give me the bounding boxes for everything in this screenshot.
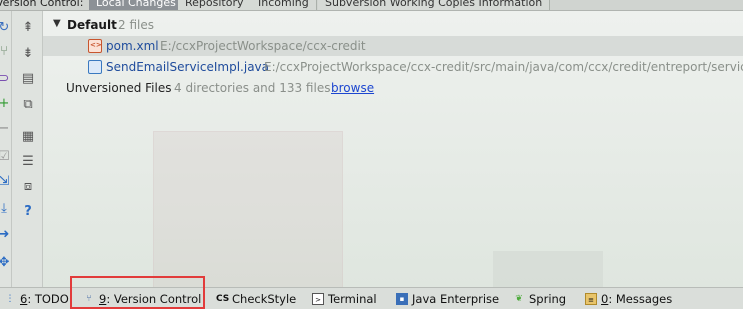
local-changes-panel: ▼ Default 2 files pom.xml E:/ccxProjectW… <box>43 11 743 287</box>
todo-label: : TODO <box>27 292 69 306</box>
refresh-icon[interactable]: ↻ <box>0 20 12 36</box>
tab-repository[interactable]: Repository <box>178 0 252 10</box>
rollback-icon[interactable]: ⊃ <box>0 71 12 87</box>
todo-button[interactable]: ⋮ 6: TODO <box>4 291 69 307</box>
spring-icon: ❦ <box>515 294 523 304</box>
checkstyle-label: CheckStyle <box>232 292 297 306</box>
changelist-name: Default <box>67 18 117 32</box>
tab-subversion-working-copies[interactable]: Subversion Working Copies Information <box>318 0 551 10</box>
group-by-icon[interactable]: ▤ <box>20 71 36 87</box>
terminal-label: Terminal <box>328 292 377 306</box>
help-icon[interactable]: ? <box>20 204 36 220</box>
messages-icon: ≡ <box>585 293 597 305</box>
java-enterprise-button[interactable]: ▪ Java Enterprise <box>396 291 499 307</box>
show-details-icon[interactable]: ☰ <box>20 154 36 170</box>
checkstyle-button[interactable]: CS CheckStyle <box>216 291 296 307</box>
tab-incoming[interactable]: Incoming <box>251 0 317 10</box>
spring-button[interactable]: ❦ Spring <box>513 291 566 307</box>
unversioned-label: Unversioned Files <box>66 81 172 95</box>
remove-icon[interactable]: − <box>0 121 12 137</box>
background-decoration <box>493 251 603 287</box>
checkstyle-icon: CS <box>216 294 230 304</box>
unversioned-files-row: Unversioned Files 4 directories and 133 … <box>43 78 743 98</box>
expand-all-icon[interactable]: ⇞ <box>20 20 36 36</box>
version-control-button[interactable]: ⑂ 9: Version Control <box>83 291 201 307</box>
changelist-count: 2 files <box>118 18 154 32</box>
set-active-icon[interactable]: ☑ <box>0 149 12 165</box>
java-enterprise-icon: ▪ <box>396 293 408 305</box>
collapse-all-icon[interactable]: ⇟ <box>20 46 36 62</box>
shelve-icon[interactable]: ⧈ <box>20 179 36 195</box>
java-enterprise-label: Java Enterprise <box>412 292 500 306</box>
todo-icon: ⋮ <box>5 294 15 304</box>
java-file-icon <box>88 60 102 74</box>
changed-file-row[interactable]: pom.xml E:/ccxProjectWorkspace/ccx-credi… <box>43 36 743 56</box>
changelist-group-row[interactable]: ▼ Default 2 files <box>43 15 743 35</box>
messages-label: : Messages <box>608 292 673 306</box>
update-icon[interactable]: ⤓ <box>0 201 12 217</box>
chevron-down-icon[interactable]: ▼ <box>53 18 61 29</box>
terminal-icon: > <box>312 293 324 305</box>
browse-link[interactable]: browse <box>331 81 374 95</box>
tab-local-changes[interactable]: Local Changes <box>89 0 184 10</box>
spring-label: Spring <box>529 292 567 306</box>
messages-button[interactable]: ≡ 0: Messages <box>585 291 672 307</box>
version-control-tabbar: Version Control: Local Changes Repositor… <box>0 0 743 11</box>
file-path: E:/ccxProjectWorkspace/ccx-credit <box>160 39 366 53</box>
copy-icon[interactable]: ⧉ <box>20 97 36 113</box>
commit-icon[interactable]: ⑂ <box>0 44 12 60</box>
file-path: E:/ccxProjectWorkspace/ccx-credit/src/ma… <box>264 60 743 74</box>
tool-window-bar: ⋮ 6: TODO ⑂ 9: Version Control CS CheckS… <box>0 287 743 309</box>
xml-file-icon <box>88 39 102 53</box>
background-decoration <box>153 131 343 287</box>
tree-action-toolbar: ⇞ ⇟ ▤ ⧉ ▦ ☰ ⧈ ? <box>12 11 43 287</box>
file-name: pom.xml <box>106 39 159 53</box>
file-name: SendEmailServiceImpl.java <box>106 60 270 74</box>
settings-icon[interactable]: ✥ <box>0 255 12 271</box>
move-icon[interactable]: ⇲ <box>0 174 12 190</box>
version-control-icon: ⑂ <box>86 294 92 304</box>
changed-file-row[interactable]: SendEmailServiceImpl.java E:/ccxProjectW… <box>43 57 743 77</box>
left-action-toolbar: ↻ ⑂ ⊃ + − ☑ ⇲ ⤓ ➜ ✥ <box>0 11 12 287</box>
new-changelist-icon[interactable]: + <box>0 96 12 112</box>
terminal-button[interactable]: > Terminal <box>312 291 377 307</box>
version-control-title: Version Control: <box>0 0 84 9</box>
version-control-label: : Version Control <box>106 292 202 306</box>
unversioned-count: 4 directories and 133 files <box>174 81 331 95</box>
diff-icon[interactable]: ▦ <box>20 129 36 145</box>
arrow-icon[interactable]: ➜ <box>0 227 12 243</box>
